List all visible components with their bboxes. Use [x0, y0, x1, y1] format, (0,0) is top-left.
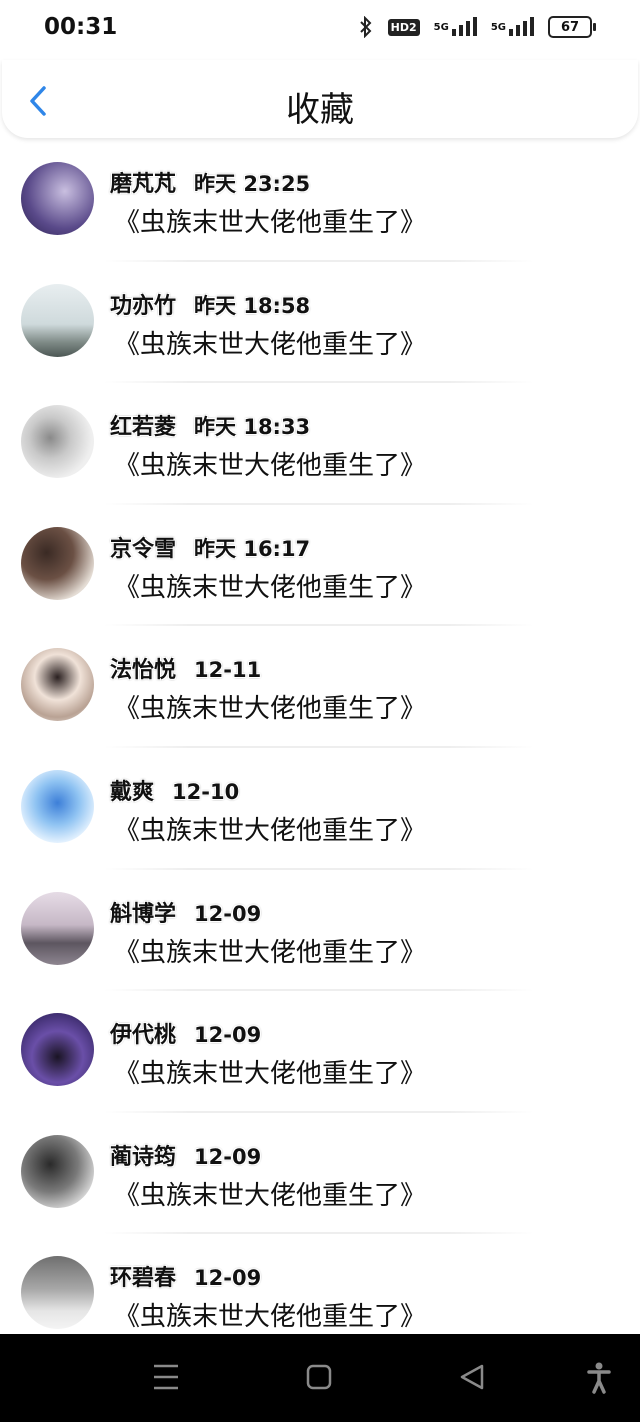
accessibility-icon: [587, 1362, 611, 1394]
signal-5g-icon-1: 5G: [434, 17, 477, 37]
timestamp: 12-10: [172, 779, 240, 804]
battery-icon: 67: [548, 16, 596, 38]
user-name: 功亦竹: [110, 293, 177, 319]
book-title: 《虫族末世大佬他重生了》: [114, 1302, 427, 1333]
avatar: [21, 283, 94, 357]
book-title: 《虫族末世大佬他重生了》: [114, 329, 427, 360]
list-item[interactable]: 法怡悦 12-11 《虫族末世大佬他重生了》: [0, 626, 640, 748]
book-title: 《虫族末世大佬他重生了》: [114, 694, 427, 725]
user-name: 京令雪: [110, 536, 177, 562]
avatar: [21, 648, 94, 722]
hd-voice-icon: HD2: [387, 18, 420, 36]
book-title: 《虫族末世大佬他重生了》: [114, 1180, 427, 1211]
user-name: 斛博学: [110, 901, 177, 927]
list-item[interactable]: 磨芃芃 昨天 23:25 《虫族末世大佬他重生了》: [0, 140, 640, 262]
list-item[interactable]: 红若菱 昨天 18:33 《虫族末世大佬他重生了》: [0, 383, 640, 505]
favorites-list: 磨芃芃 昨天 23:25 《虫族末世大佬他重生了》 功亦竹 昨天 18:58 《虫族…: [0, 140, 640, 1356]
avatar: [21, 405, 94, 479]
home-square-icon: [306, 1364, 332, 1390]
avatar: [21, 891, 94, 965]
avatar: [21, 1256, 94, 1330]
book-title: 《虫族末世大佬他重生了》: [114, 815, 427, 846]
avatar: [21, 526, 94, 600]
book-title: 《虫族末世大佬他重生了》: [114, 937, 427, 968]
battery-level: 67: [560, 19, 580, 35]
user-name: 法怡悦: [110, 658, 177, 684]
signal-5g-icon-2: 5G: [491, 17, 534, 37]
book-title: 《虫族末世大佬他重生了》: [114, 208, 427, 238]
user-name: 蔺诗筠: [110, 1144, 177, 1170]
menu-icon: [154, 1364, 178, 1390]
back-nav-button[interactable]: [458, 1362, 486, 1396]
back-triangle-icon: [460, 1364, 484, 1390]
timestamp: 昨天 16:17: [194, 536, 311, 561]
list-item[interactable]: 斛博学 12-09 《虫族末世大佬他重生了》: [0, 870, 640, 992]
recent-apps-button[interactable]: [152, 1362, 180, 1396]
home-button[interactable]: [306, 1362, 332, 1396]
avatar: [21, 769, 94, 843]
bluetooth-icon: [358, 16, 374, 38]
user-name: 红若菱: [110, 415, 177, 441]
user-name: 戴爽: [110, 779, 155, 805]
avatar: [21, 1013, 94, 1087]
system-nav-bar: [0, 1334, 640, 1422]
book-title: 《虫族末世大佬他重生了》: [114, 1059, 427, 1090]
status-bar: 00:31 HD2 5G 5G 67: [0, 0, 640, 60]
timestamp: 12-09: [194, 1144, 262, 1169]
accessibility-button[interactable]: [586, 1362, 612, 1398]
timestamp: 昨天 23:25: [194, 172, 311, 196]
book-title: 《虫族末世大佬他重生了》: [114, 572, 427, 603]
status-time: 00:31: [44, 14, 118, 40]
timestamp: 昨天 18:33: [194, 415, 311, 440]
avatar: [21, 1134, 94, 1208]
timestamp: 12-11: [194, 658, 262, 683]
timestamp: 昨天 18:58: [194, 293, 311, 318]
avatar: [21, 162, 94, 235]
list-item[interactable]: 蔺诗筠 12-09 《虫族末世大佬他重生了》: [0, 1113, 640, 1235]
user-name: 伊代桃: [110, 1023, 177, 1049]
timestamp: 12-09: [194, 901, 262, 926]
timestamp: 12-09: [194, 1266, 262, 1291]
timestamp: 12-09: [194, 1023, 262, 1048]
user-name: 环碧春: [110, 1266, 177, 1292]
list-item[interactable]: 伊代桃 12-09 《虫族末世大佬他重生了》: [0, 991, 640, 1113]
page-title: 收藏: [286, 90, 354, 130]
book-title: 《虫族末世大佬他重生了》: [114, 451, 427, 482]
list-item[interactable]: 功亦竹 昨天 18:58 《虫族末世大佬他重生了》: [0, 262, 640, 384]
user-name: 磨芃芃: [110, 172, 177, 197]
status-icons: HD2 5G 5G 67: [358, 16, 596, 38]
header-bar: 收藏: [2, 60, 638, 138]
list-item[interactable]: 戴爽 12-10 《虫族末世大佬他重生了》: [0, 748, 640, 870]
list-item[interactable]: 京令雪 昨天 16:17 《虫族末世大佬他重生了》: [0, 505, 640, 627]
